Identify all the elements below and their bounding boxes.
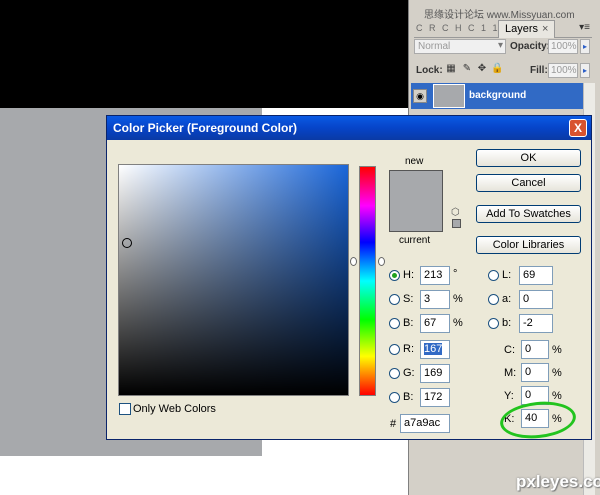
new-label: new [405,156,424,167]
l-label: L: [502,269,512,281]
only-web-colors-label: Only Web Colors [133,403,216,415]
lock-all-icon[interactable]: 🔒 [491,63,503,75]
blend-mode-value: Normal [418,41,451,52]
only-web-colors-checkbox[interactable] [119,403,131,415]
radio-l[interactable] [488,270,499,281]
lock-label: Lock: [416,65,443,76]
workspace-bottom [0,456,408,495]
m-unit: % [552,367,562,379]
color-libraries-button[interactable]: Color Libraries [476,236,581,254]
g-field[interactable]: 169 [420,364,450,383]
hue-slider[interactable] [359,166,376,396]
radio-b[interactable] [389,318,400,329]
color-field-marker[interactable] [122,238,132,248]
b-label: B: [403,317,414,329]
watermark-bottom: pxleyes.com [516,472,600,491]
radio-lab-b[interactable] [488,318,499,329]
rgb-b-label: B: [403,391,414,403]
hex-field[interactable]: a7a9ac [400,414,450,433]
radio-s[interactable] [389,294,400,305]
ok-button[interactable]: OK [476,149,581,167]
m-label: M: [504,367,517,379]
c-label: C: [504,344,515,356]
tab-layers-label: Layers [505,23,539,35]
a-field[interactable]: 0 [519,290,553,309]
current-label: current [399,235,431,246]
layer-row-background[interactable]: ◉ background [411,83,583,109]
eye-icon[interactable]: ◉ [413,89,427,103]
panel-tabs-collapsed[interactable]: C R C H C 1 1 [416,23,500,33]
m-field[interactable]: 0 [521,363,549,382]
current-color-swatch[interactable] [389,204,443,232]
lock-position-icon[interactable]: ✥ [476,63,488,75]
dialog-titlebar[interactable]: Color Picker (Foreground Color) X [107,116,591,140]
lock-transparency-icon[interactable]: ▦ [445,63,457,75]
web-safe-swatch[interactable] [452,219,461,228]
lab-b-label: b: [502,317,512,329]
close-button[interactable]: X [569,119,587,137]
cancel-button[interactable]: Cancel [476,174,581,192]
y-label: Y: [504,390,514,402]
s-unit: % [453,293,463,305]
watermark-top: 思缘设计论坛 www.Missyuan.com [424,10,575,21]
radio-a[interactable] [488,294,499,305]
r-field[interactable]: 167 [420,340,450,359]
b-field[interactable]: 67 [420,314,450,333]
fill-label: Fill: [530,65,548,76]
lock-pixels-icon[interactable]: ✎ [461,63,473,75]
layers-tabbar: C R C H C 1 1 Layers × ▾≡ [414,20,592,38]
hex-label: # [390,418,397,430]
hue-slider-handle-left[interactable] [350,257,357,266]
opacity-label: Opacity: [510,41,551,52]
color-picker-dialog: Color Picker (Foreground Color) X new cu… [106,115,592,442]
highlight-ellipse [498,398,578,442]
web-safe-cube-icon[interactable]: ⬡ [451,207,460,218]
radio-g[interactable] [389,368,400,379]
radio-h[interactable] [389,270,400,281]
c-unit: % [552,344,562,356]
h-unit: ° [453,268,458,280]
r-field-value: 167 [424,343,443,355]
opacity-field[interactable]: 100% [548,39,578,54]
lab-b-field[interactable]: -2 [519,314,553,333]
radio-rgb-b[interactable] [389,392,400,403]
dialog-title: Color Picker (Foreground Color) [113,121,298,135]
color-field[interactable] [118,164,349,396]
a-label: a: [502,293,512,305]
s-label: S: [403,293,414,305]
h-label: H: [403,269,414,281]
fill-field[interactable]: 100% [548,63,578,78]
b-unit: % [453,317,463,329]
l-field[interactable]: 69 [519,266,553,285]
add-to-swatches-button[interactable]: Add To Swatches [476,205,581,223]
g-label: G: [403,367,415,379]
hue-slider-handle-right[interactable] [378,257,385,266]
radio-r[interactable] [389,344,400,355]
y-unit: % [552,390,562,402]
layer-name: background [469,90,527,101]
opacity-slider-arrow-icon[interactable]: ▸ [580,39,590,54]
new-color-swatch [389,170,443,204]
fill-slider-arrow-icon[interactable]: ▸ [580,63,590,78]
rgb-b-field[interactable]: 172 [420,388,450,407]
h-field[interactable]: 213 [420,266,450,285]
r-label: R: [403,343,414,355]
s-field[interactable]: 3 [420,290,450,309]
blend-mode-select[interactable]: Normal ▾ [414,39,506,54]
tab-layers[interactable]: Layers × [498,20,556,38]
panel-menu-icon[interactable]: ▾≡ [579,22,590,33]
close-icon[interactable]: × [542,23,548,35]
chevron-down-icon: ▾ [497,40,503,51]
layer-thumbnail [433,84,465,108]
c-field[interactable]: 0 [521,340,549,359]
